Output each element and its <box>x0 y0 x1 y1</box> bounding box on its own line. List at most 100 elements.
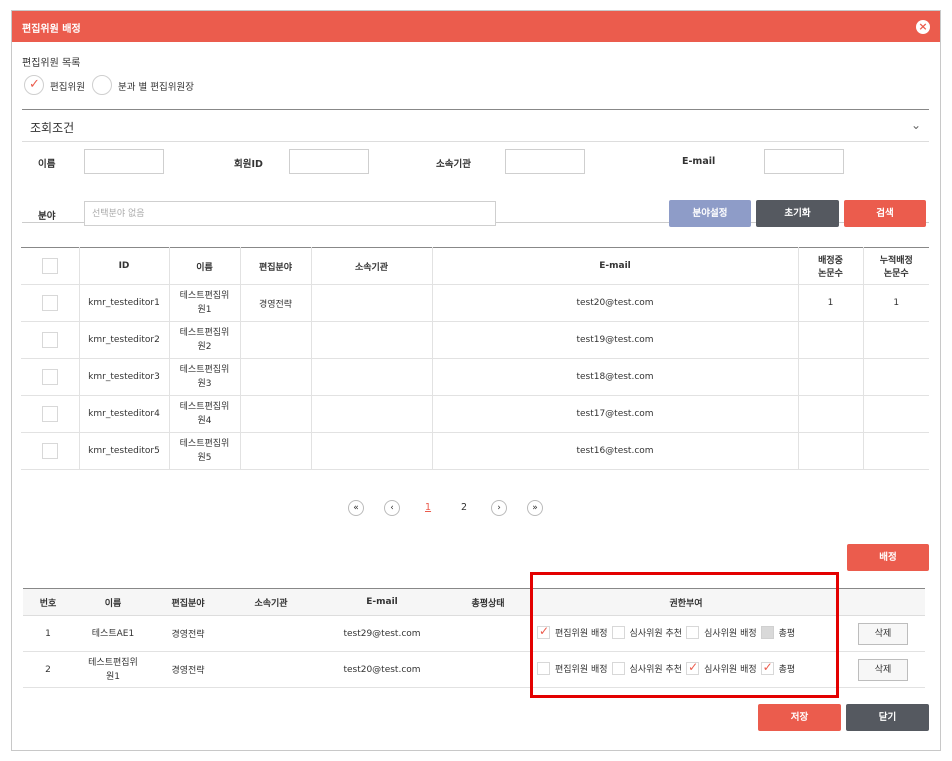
page-link[interactable]: 2 <box>461 502 467 513</box>
cell-email: test20@test.com <box>319 651 445 688</box>
cell-email: test17@test.com <box>431 395 799 433</box>
last-page-icon[interactable]: » <box>527 500 543 516</box>
cell-affiliation <box>310 284 433 322</box>
cell-field: 경영전략 <box>153 615 223 652</box>
cell-name: 테스트AE1 <box>73 615 153 652</box>
column-header: 이름 <box>73 588 153 616</box>
cell-no: 2 <box>23 651 73 688</box>
permission-label: 총평 <box>778 628 796 639</box>
assign-editor-modal: 편집위원 배정 × 편집위원 목록 ✓ 편집위원 분과 별 편집위원장 조회조건… <box>11 10 941 751</box>
permission-label: 총평 <box>778 664 796 675</box>
close-icon[interactable]: × <box>916 20 930 34</box>
radio-division-chair-label: 분과 별 편집위원장 <box>118 82 194 93</box>
row-checkbox[interactable] <box>41 295 58 311</box>
search-conditions-title: 조회조건 <box>30 121 75 135</box>
row-checkbox[interactable] <box>41 332 58 348</box>
row-checkbox[interactable] <box>41 443 58 459</box>
select-all-cell <box>21 247 80 285</box>
table-header-row: 번호 이름 편집분야 소속기관 E-mail 총평상태 권한부여 <box>23 588 925 616</box>
cell-id: kmr_testeditor1 <box>78 284 170 322</box>
next-page-icon[interactable]: › <box>491 500 507 516</box>
permission-checkbox[interactable] <box>611 625 625 639</box>
assign-button[interactable]: 배정 <box>847 544 929 571</box>
first-page-icon[interactable]: « <box>348 500 364 516</box>
cell-affiliation <box>310 321 433 359</box>
permission-checkbox[interactable] <box>760 660 774 675</box>
page-link[interactable]: 1 <box>425 502 431 513</box>
field-input[interactable] <box>84 201 496 226</box>
editor-list-label: 편집위원 목록 <box>22 58 81 69</box>
radio-editor[interactable]: ✓ <box>24 75 44 95</box>
chevron-down-icon[interactable]: ⌄ <box>911 118 921 132</box>
column-header: 편집분야 <box>239 247 312 285</box>
cell-affiliation <box>310 395 433 433</box>
table-row[interactable]: kmr_testeditor4 테스트편집위 원4 test17@test.com <box>21 395 929 433</box>
affiliation-input[interactable] <box>505 149 585 174</box>
cell-assigned: 1 <box>797 284 864 322</box>
cell-name: 테스트편집위 원3 <box>168 358 241 396</box>
row-select-cell <box>21 321 80 359</box>
permission-label: 편집위원 배정 <box>555 664 608 675</box>
modal-header: 편집위원 배정 × <box>12 11 940 42</box>
cell-email: test29@test.com <box>319 615 445 652</box>
prev-page-icon[interactable]: ‹ <box>384 500 400 516</box>
search-conditions-panel: 조회조건 ⌄ 이름 회원ID 소속기관 E-mail 분야 분야설정 초기화 검… <box>22 109 929 227</box>
permission-label: 편집위원 배정 <box>555 628 608 639</box>
close-button[interactable]: 닫기 <box>846 704 929 731</box>
permission-checkbox[interactable] <box>686 660 700 675</box>
permission-checkbox[interactable] <box>611 661 625 675</box>
search-button[interactable]: 검색 <box>844 200 926 227</box>
table-row: 2 테스트편집위 원1 경영전략 test20@test.com 편집위원 배정 심사위원… <box>23 651 925 688</box>
cell-cumulative <box>862 321 929 359</box>
table-row[interactable]: kmr_testeditor2 테스트편집위 원2 test19@test.com <box>21 321 929 359</box>
set-field-button[interactable]: 분야설정 <box>669 200 751 227</box>
cell-affiliation <box>223 615 319 652</box>
name-input[interactable] <box>84 149 164 174</box>
delete-button[interactable]: 삭제 <box>858 622 908 645</box>
cell-affiliation <box>223 651 319 688</box>
name-label: 이름 <box>38 159 56 170</box>
table-row[interactable]: kmr_testeditor1 테스트편집위 원1 경영전략 test20@test.… <box>21 284 929 322</box>
table-row[interactable]: kmr_testeditor3 테스트편집위 원3 test18@test.com <box>21 358 929 396</box>
check-icon: ✓ <box>29 77 40 92</box>
cell-assigned <box>797 321 864 359</box>
permission-checkbox[interactable] <box>537 624 550 639</box>
delete-button[interactable]: 삭제 <box>858 658 908 681</box>
permission-label: 심사위원 배정 <box>704 628 757 639</box>
cell-cumulative <box>862 358 929 396</box>
radio-division-chair[interactable] <box>92 75 112 95</box>
cell-id: kmr_testeditor2 <box>78 321 170 359</box>
column-header: 소속기관 <box>310 247 433 285</box>
member-id-input[interactable] <box>289 149 369 174</box>
column-header: 권한부여 <box>531 588 841 616</box>
table-row[interactable]: kmr_testeditor5 테스트편집위 원5 test16@test.com <box>21 432 929 470</box>
row-select-cell <box>21 395 80 433</box>
email-input[interactable] <box>764 149 844 174</box>
select-all-checkbox[interactable] <box>41 258 58 274</box>
column-header: 소속기관 <box>223 588 319 616</box>
row-checkbox[interactable] <box>41 369 58 385</box>
permission-label: 심사위원 추천 <box>629 664 683 675</box>
cell-name: 테스트편집위 원1 <box>73 651 153 688</box>
cell-status <box>445 651 531 688</box>
modal-title: 편집위원 배정 <box>22 24 81 35</box>
cell-cumulative <box>862 395 929 433</box>
cell-id: kmr_testeditor4 <box>78 395 170 433</box>
cell-cumulative: 1 <box>862 284 929 322</box>
column-header: E-mail <box>431 247 799 285</box>
field-label: 분야 <box>38 211 56 222</box>
permission-checkbox[interactable] <box>537 661 550 675</box>
divider <box>22 141 929 142</box>
column-header: 편집분야 <box>153 588 223 616</box>
column-header <box>841 588 925 616</box>
cell-name: 테스트편집위 원1 <box>168 284 241 322</box>
permission-checkbox[interactable] <box>686 625 700 639</box>
save-button[interactable]: 저장 <box>758 704 841 731</box>
row-checkbox[interactable] <box>41 406 58 422</box>
delete-cell: 삭제 <box>841 615 925 652</box>
reset-button[interactable]: 초기화 <box>756 200 839 227</box>
cell-assigned <box>797 432 864 470</box>
cell-status <box>445 615 531 652</box>
permission-checkbox <box>760 625 774 639</box>
radio-editor-label: 편집위원 <box>50 82 85 93</box>
